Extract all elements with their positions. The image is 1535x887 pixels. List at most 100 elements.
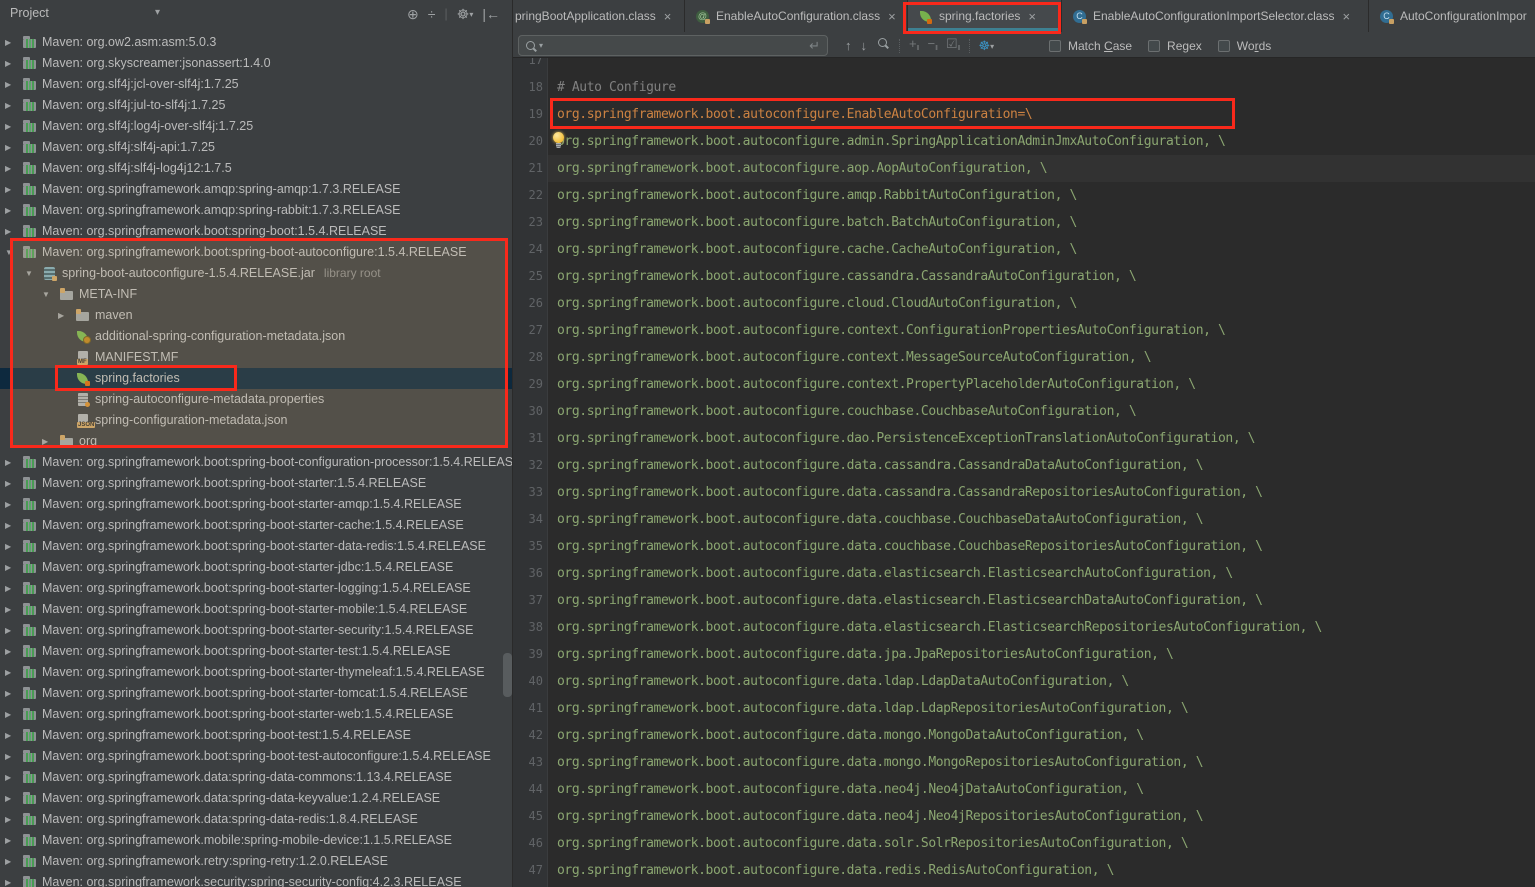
tree-item-maven-org-springframework-boot-spring-bo[interactable]: ▶Maven: org.springframework.boot:spring-… [0,578,513,599]
hide-panel-icon[interactable]: |← [482,3,500,25]
line-text[interactable]: org.springframework.boot.autoconfigure.d… [557,857,1114,884]
line-text[interactable]: org.springframework.boot.autoconfigure.b… [557,209,1077,236]
tree-item-spring-configuration-metadata-json[interactable]: JSONspring-configuration-metadata.json [0,410,513,431]
code-line-32[interactable]: 32org.springframework.boot.autoconfigure… [513,452,1535,479]
tree-item-maven-org-springframework-data-spring-da[interactable]: ▶Maven: org.springframework.data:spring-… [0,809,513,830]
code-line-42[interactable]: 42org.springframework.boot.autoconfigure… [513,722,1535,749]
intention-bulb-icon[interactable] [551,132,566,150]
tree-expand-arrow-icon[interactable]: ▶ [58,305,64,326]
close-icon[interactable]: × [888,9,896,24]
code-line-23[interactable]: 23org.springframework.boot.autoconfigure… [513,209,1535,236]
code-line-39[interactable]: 39org.springframework.boot.autoconfigure… [513,641,1535,668]
tree-expand-arrow-icon[interactable]: ▶ [5,641,11,662]
tree-item-maven-org-springframework-boot-spring-bo[interactable]: ▼Maven: org.springframework.boot:spring-… [0,242,513,263]
option-words[interactable]: Words [1218,39,1271,53]
tab-enableautoconfiguration-class[interactable]: EnableAutoConfiguration.class× [685,0,908,32]
tree-expand-arrow-icon[interactable]: ▶ [5,179,11,200]
tab-spring-factories[interactable]: spring.factories× [908,0,1062,32]
select-all-occurrences-icon[interactable]: ☑II [946,33,960,59]
tree-expand-arrow-icon[interactable]: ▶ [5,74,11,95]
tree-expand-arrow-icon[interactable]: ▶ [5,620,11,641]
tree-item-maven-org-slf4j-slf4j-api-1-7-25[interactable]: ▶Maven: org.slf4j:slf4j-api:1.7.25 [0,137,513,158]
tree-item-maven-org-springframework-boot-spring-bo[interactable]: ▶Maven: org.springframework.boot:spring-… [0,452,513,473]
tree-expand-arrow-icon[interactable]: ▶ [5,536,11,557]
code-line-26[interactable]: 26org.springframework.boot.autoconfigure… [513,290,1535,317]
tree-expand-arrow-icon[interactable]: ▶ [5,788,11,809]
tree-expand-arrow-icon[interactable]: ▶ [5,767,11,788]
line-text[interactable]: org.springframework.boot.autoconfigure.c… [557,236,1077,263]
code-line-47[interactable]: 47org.springframework.boot.autoconfigure… [513,857,1535,884]
line-text[interactable]: org.springframework.boot.autoconfigure.c… [557,290,1077,317]
option-regex[interactable]: Regex [1148,39,1202,53]
tree-item-maven-org-springframework-boot-spring-bo[interactable]: ▶Maven: org.springframework.boot:spring-… [0,725,513,746]
tree-expand-arrow-icon[interactable]: ▶ [5,578,11,599]
line-text[interactable]: org.springframework.boot.autoconfigure.d… [557,506,1203,533]
tree-expand-arrow-icon[interactable]: ▶ [5,221,11,242]
tree-expand-arrow-icon[interactable]: ▶ [42,431,48,452]
tree-expand-arrow-icon[interactable]: ▶ [5,53,11,74]
close-icon[interactable]: × [1028,9,1036,24]
checkbox[interactable] [1218,40,1230,52]
line-text[interactable]: org.springframework.boot.autoconfigure.a… [557,182,1077,209]
code-editor[interactable]: 1718# Auto Configure19org.springframewor… [513,58,1535,887]
tree-expand-arrow-icon[interactable]: ▶ [5,851,11,872]
tree-item-additional-spring-configuration-metadata[interactable]: additional-spring-configuration-metadata… [0,326,513,347]
tree-item-maven-org-springframework-amqp-spring-ra[interactable]: ▶Maven: org.springframework.amqp:spring-… [0,200,513,221]
tab-autoconfigurationimpor[interactable]: AutoConfigurationImpor [1369,0,1535,32]
line-text[interactable]: org.springframework.boot.autoconfigure.d… [557,695,1188,722]
tree-expand-arrow-icon[interactable]: ▶ [5,683,11,704]
tree-item-maven-org-slf4j-slf4j-log4j12-1-7-5[interactable]: ▶Maven: org.slf4j:slf4j-log4j12:1.7.5 [0,158,513,179]
find-in-selection-icon[interactable] [876,35,890,56]
tree-expand-arrow-icon[interactable]: ▶ [5,746,11,767]
tree-item-maven-org-springframework-boot-spring-bo[interactable]: ▶Maven: org.springframework.boot:spring-… [0,599,513,620]
tree-expand-arrow-icon[interactable]: ▶ [5,515,11,536]
code-line-46[interactable]: 46org.springframework.boot.autoconfigure… [513,830,1535,857]
tree-expand-arrow-icon[interactable]: ▶ [5,473,11,494]
tree-item-maven-org-springframework-boot-spring-bo[interactable]: ▶Maven: org.springframework.boot:spring-… [0,620,513,641]
code-line-43[interactable]: 43org.springframework.boot.autoconfigure… [513,749,1535,776]
line-text[interactable]: org.springframework.boot.autoconfigure.c… [557,317,1225,344]
tree-item-spring-autoconfigure-metadata-properties[interactable]: spring-autoconfigure-metadata.properties [0,389,513,410]
line-text[interactable]: org.springframework.boot.autoconfigure.d… [557,533,1263,560]
line-text[interactable]: org.springframework.boot.autoconfigure.d… [557,452,1203,479]
line-text[interactable]: org.springframework.boot.autoconfigure.a… [557,155,1047,182]
tree-item-maven-org-springframework-boot-spring-bo[interactable]: ▶Maven: org.springframework.boot:spring-… [0,515,513,536]
line-text[interactable]: org.springframework.boot.autoconfigure.a… [557,128,1225,155]
tree-item-maven-org-springframework-security-sprin[interactable]: ▶Maven: org.springframework.security:spr… [0,872,513,887]
tree-item-maven-org-slf4j-jcl-over-slf4j-1-7-25[interactable]: ▶Maven: org.slf4j:jcl-over-slf4j:1.7.25 [0,74,513,95]
code-line-22[interactable]: 22org.springframework.boot.autoconfigure… [513,182,1535,209]
line-text[interactable]: org.springframework.boot.autoconfigure.d… [557,560,1233,587]
code-line-18[interactable]: 18# Auto Configure [513,74,1535,101]
tree-expand-arrow-icon[interactable]: ▶ [5,599,11,620]
tree-item-manifest-mf[interactable]: MFMANIFEST.MF [0,347,513,368]
tree-item-maven-org-springframework-boot-spring-bo[interactable]: ▶Maven: org.springframework.boot:spring-… [0,641,513,662]
tree-expand-arrow-icon[interactable]: ▶ [5,662,11,683]
line-text[interactable]: org.springframework.boot.autoconfigure.d… [557,749,1203,776]
line-text[interactable]: org.springframework.boot.autoconfigure.c… [557,344,1151,371]
tree-expand-arrow-icon[interactable]: ▶ [5,137,11,158]
tree-item-maven-org-springframework-boot-spring-bo[interactable]: ▶Maven: org.springframework.boot:spring-… [0,494,513,515]
tree-item-maven-org-springframework-boot-spring-bo[interactable]: ▶Maven: org.springframework.boot:spring-… [0,473,513,494]
project-tree-scrollbar[interactable] [503,653,512,697]
line-text[interactable]: org.springframework.boot.autoconfigure.d… [557,641,1173,668]
option-match-case[interactable]: Match Case [1049,39,1132,53]
tree-item-maven-org-springframework-boot-spring-bo[interactable]: ▶Maven: org.springframework.boot:spring-… [0,683,513,704]
tree-item-maven-org-springframework-data-spring-da[interactable]: ▶Maven: org.springframework.data:spring-… [0,788,513,809]
tab-enableautoconfigurationimports[interactable]: EnableAutoConfigurationImportSelector.cl… [1062,0,1369,32]
code-line-28[interactable]: 28org.springframework.boot.autoconfigure… [513,344,1535,371]
tree-item-maven-org-springframework-retry-spring-r[interactable]: ▶Maven: org.springframework.retry:spring… [0,851,513,872]
code-line-38[interactable]: 38org.springframework.boot.autoconfigure… [513,614,1535,641]
tree-item-maven-org-springframework-boot-spring-bo[interactable]: ▶Maven: org.springframework.boot:spring-… [0,746,513,767]
tree-collapse-arrow-icon[interactable]: ▼ [25,263,33,284]
line-text[interactable]: org.springframework.boot.autoconfigure.d… [557,425,1255,452]
search-input[interactable] [543,37,809,54]
previous-occurrence-icon[interactable]: ↑ [845,35,852,56]
tree-item-maven-org-springframework-boot-spring-bo[interactable]: ▶Maven: org.springframework.boot:spring-… [0,536,513,557]
tree-expand-arrow-icon[interactable]: ▶ [5,158,11,179]
filter-gear-icon[interactable]: ☸▾ [979,35,995,57]
tree-item-maven-org-springframework-boot-spring-bo[interactable]: ▶Maven: org.springframework.boot:spring-… [0,557,513,578]
tree-item-maven-org-slf4j-jul-to-slf4j-1-7-25[interactable]: ▶Maven: org.slf4j:jul-to-slf4j:1.7.25 [0,95,513,116]
tree-item-maven-org-springframework-mobile-spring-[interactable]: ▶Maven: org.springframework.mobile:sprin… [0,830,513,851]
locate-icon[interactable]: ⊕ [407,3,419,25]
line-text[interactable]: org.springframework.boot.autoconfigure.d… [557,587,1263,614]
